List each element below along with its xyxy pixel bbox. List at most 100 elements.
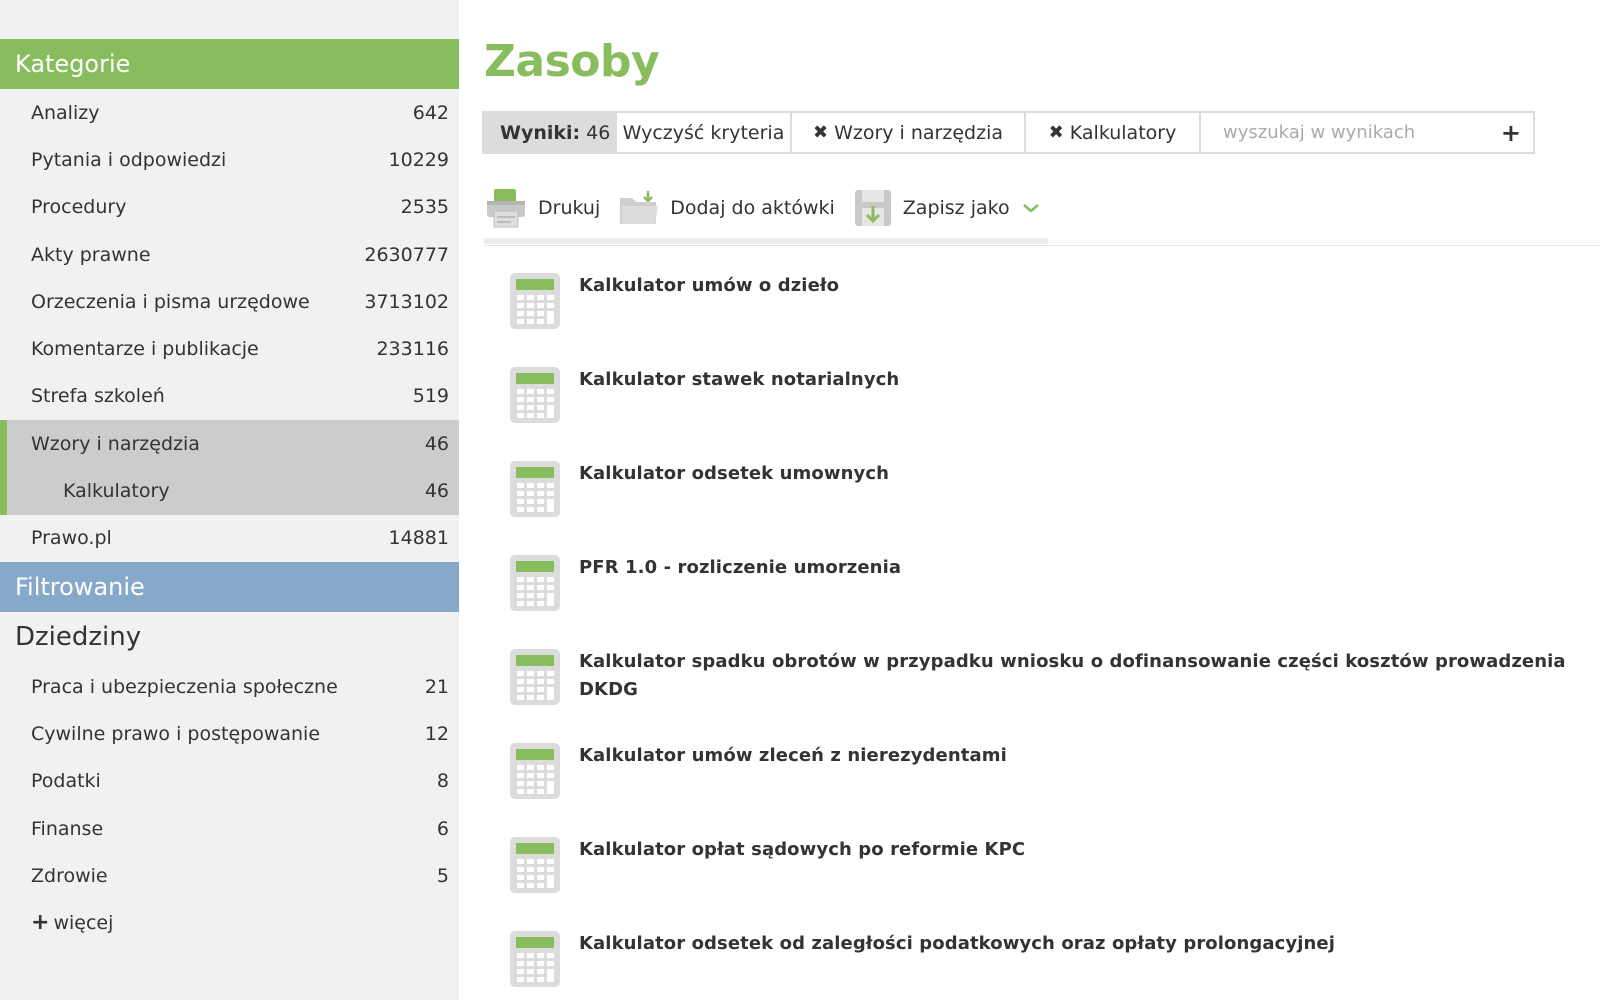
sidebar-item-count: 642	[412, 101, 449, 124]
sidebar: Kategorie Analizy 642 Pytania i odpowied…	[0, 0, 459, 1000]
save-icon	[853, 188, 893, 228]
print-button[interactable]: Drukuj	[484, 187, 600, 229]
calculator-icon	[509, 648, 561, 706]
result-item[interactable]: Kalkulator odsetek umownych	[509, 460, 1569, 554]
result-item[interactable]: Kalkulator umów zleceń z nierezydentami	[509, 742, 1569, 836]
sidebar-item-prawo-pl[interactable]: Prawo.pl 14881	[0, 515, 459, 562]
search-input[interactable]	[1223, 122, 1493, 143]
sidebar-item-label: Pytania i odpowiedzi	[31, 148, 227, 171]
toolbar-underline	[484, 238, 1048, 244]
domain-item-finanse[interactable]: Finanse 6	[0, 805, 459, 852]
filter-header: Filtrowanie	[0, 561, 459, 612]
sidebar-item-count: 10229	[388, 148, 449, 171]
more-link-content: + więcej	[31, 910, 114, 936]
domain-item-count: 6	[436, 817, 449, 840]
calculator-icon	[509, 554, 561, 612]
results-label: Wyniki:	[500, 121, 581, 144]
more-link[interactable]: + więcej	[0, 899, 459, 946]
sidebar-item-label: Analizy	[31, 101, 100, 124]
result-item[interactable]: Kalkulator umów o dzieło	[509, 272, 1569, 366]
add-search-button[interactable]: +	[1501, 119, 1521, 147]
sidebar-item-label: Akty prawne	[31, 243, 151, 266]
filter-bar: Wyniki: 46 Wyczyść kryteria ✖ Wzory i na…	[482, 111, 1535, 154]
sidebar-item-label: Strefa szkoleń	[31, 385, 165, 408]
sidebar-item-label: Procedury	[31, 196, 127, 219]
folder-add-icon	[618, 190, 660, 226]
filter-tag-wzory[interactable]: ✖ Wzory i narzędzia	[790, 111, 1026, 154]
more-link-label: więcej	[53, 912, 114, 935]
result-item[interactable]: Kalkulator spadku obrotów w przypadku wn…	[509, 648, 1569, 742]
result-title[interactable]: Kalkulator odsetek od zaległości podatko…	[579, 930, 1335, 958]
sidebar-item-count: 14881	[388, 527, 449, 550]
sidebar-item-akty-prawne[interactable]: Akty prawne 2630777	[0, 231, 459, 278]
domain-item-label: Praca i ubezpieczenia społeczne	[31, 675, 338, 698]
result-title[interactable]: Kalkulator stawek notarialnych	[579, 366, 899, 394]
sidebar-item-count: 46	[424, 480, 449, 503]
filter-tag-label: Kalkulatory	[1069, 121, 1177, 144]
save-as-label: Zapisz jako	[902, 197, 1010, 219]
sidebar-item-wzory[interactable]: Wzory i narzędzia 46	[0, 420, 459, 468]
domain-item-count: 5	[436, 864, 449, 887]
result-item[interactable]: Kalkulator stawek notarialnych	[509, 366, 1569, 460]
result-title[interactable]: Kalkulator spadku obrotów w przypadku wn…	[579, 648, 1569, 704]
result-item[interactable]: PFR 1.0 - rozliczenie umorzenia	[509, 554, 1569, 648]
chevron-down-icon[interactable]	[1022, 202, 1040, 214]
result-title[interactable]: Kalkulator umów o dzieło	[579, 272, 839, 300]
clear-criteria-button[interactable]: Wyczyść kryteria	[615, 111, 792, 154]
sidebar-item-count: 519	[412, 385, 449, 408]
printer-icon	[484, 187, 528, 229]
sidebar-item-count: 2630777	[364, 243, 449, 266]
results-count: 46	[586, 121, 611, 144]
sidebar-item-count: 3713102	[364, 290, 449, 313]
save-as-button[interactable]: Zapisz jako	[853, 188, 1040, 228]
plus-icon: +	[31, 910, 50, 936]
result-title[interactable]: Kalkulator opłat sądowych po reformie KP…	[579, 836, 1025, 864]
results-count-badge: Wyniki: 46	[482, 111, 617, 154]
domain-item-cywilne[interactable]: Cywilne prawo i postępowanie 12	[0, 710, 459, 757]
add-to-briefcase-button[interactable]: Dodaj do aktówki	[618, 190, 835, 226]
categories-header-label: Kategorie	[15, 50, 131, 78]
result-title[interactable]: Kalkulator odsetek umownych	[579, 460, 889, 488]
categories-header: Kategorie	[0, 39, 459, 89]
domain-item-count: 8	[436, 770, 449, 793]
domain-item-zdrowie[interactable]: Zdrowie 5	[0, 852, 459, 899]
calculator-icon	[509, 272, 561, 330]
results-list: Kalkulator umów o dzieło Kalkulator staw…	[509, 272, 1569, 1000]
sidebar-item-label: Kalkulatory	[63, 480, 170, 503]
sidebar-item-strefa-szkolen[interactable]: Strefa szkoleń 519	[0, 373, 459, 420]
domain-item-podatki[interactable]: Podatki 8	[0, 758, 459, 805]
calculator-icon	[509, 930, 561, 988]
domain-item-count: 21	[424, 675, 449, 698]
page-title: Zasoby	[484, 36, 660, 87]
domain-item-praca[interactable]: Praca i ubezpieczenia społeczne 21	[0, 663, 459, 710]
calculator-icon	[509, 460, 561, 518]
sidebar-item-analizy[interactable]: Analizy 642	[0, 89, 459, 136]
sidebar-item-orzeczenia[interactable]: Orzeczenia i pisma urzędowe 3713102	[0, 278, 459, 325]
filter-tag-label: Wzory i narzędzia	[834, 121, 1003, 144]
search-in-results: +	[1199, 111, 1535, 154]
result-item[interactable]: Kalkulator odsetek od zaległości podatko…	[509, 930, 1569, 1000]
main-content: Zasoby Wyniki: 46 Wyczyść kryteria ✖ Wzo…	[459, 0, 1600, 1000]
sidebar-item-count: 2535	[400, 196, 449, 219]
close-icon[interactable]: ✖	[813, 122, 828, 143]
content-divider	[484, 245, 1600, 246]
sidebar-item-procedury[interactable]: Procedury 2535	[0, 184, 459, 231]
result-item[interactable]: Kalkulator opłat sądowych po reformie KP…	[509, 836, 1569, 930]
calculator-icon	[509, 742, 561, 800]
sidebar-item-kalkulatory[interactable]: Kalkulatory 46	[0, 467, 459, 515]
domain-item-label: Cywilne prawo i postępowanie	[31, 722, 321, 745]
sidebar-item-label: Wzory i narzędzia	[31, 432, 200, 455]
clear-criteria-label: Wyczyść kryteria	[622, 121, 785, 144]
sidebar-item-pytania[interactable]: Pytania i odpowiedzi 10229	[0, 136, 459, 183]
sidebar-item-komentarze[interactable]: Komentarze i publikacje 233116	[0, 325, 459, 372]
result-title[interactable]: PFR 1.0 - rozliczenie umorzenia	[579, 554, 901, 582]
domains-title: Dziedziny	[15, 622, 142, 653]
filter-tag-kalkulatory[interactable]: ✖ Kalkulatory	[1024, 111, 1201, 154]
calculator-icon	[509, 366, 561, 424]
result-title[interactable]: Kalkulator umów zleceń z nierezydentami	[579, 742, 1007, 770]
domain-item-label: Finanse	[31, 817, 104, 840]
sidebar-item-label: Orzeczenia i pisma urzędowe	[31, 290, 310, 313]
print-label: Drukuj	[538, 197, 601, 219]
calculator-icon	[509, 836, 561, 894]
close-icon[interactable]: ✖	[1049, 122, 1064, 143]
